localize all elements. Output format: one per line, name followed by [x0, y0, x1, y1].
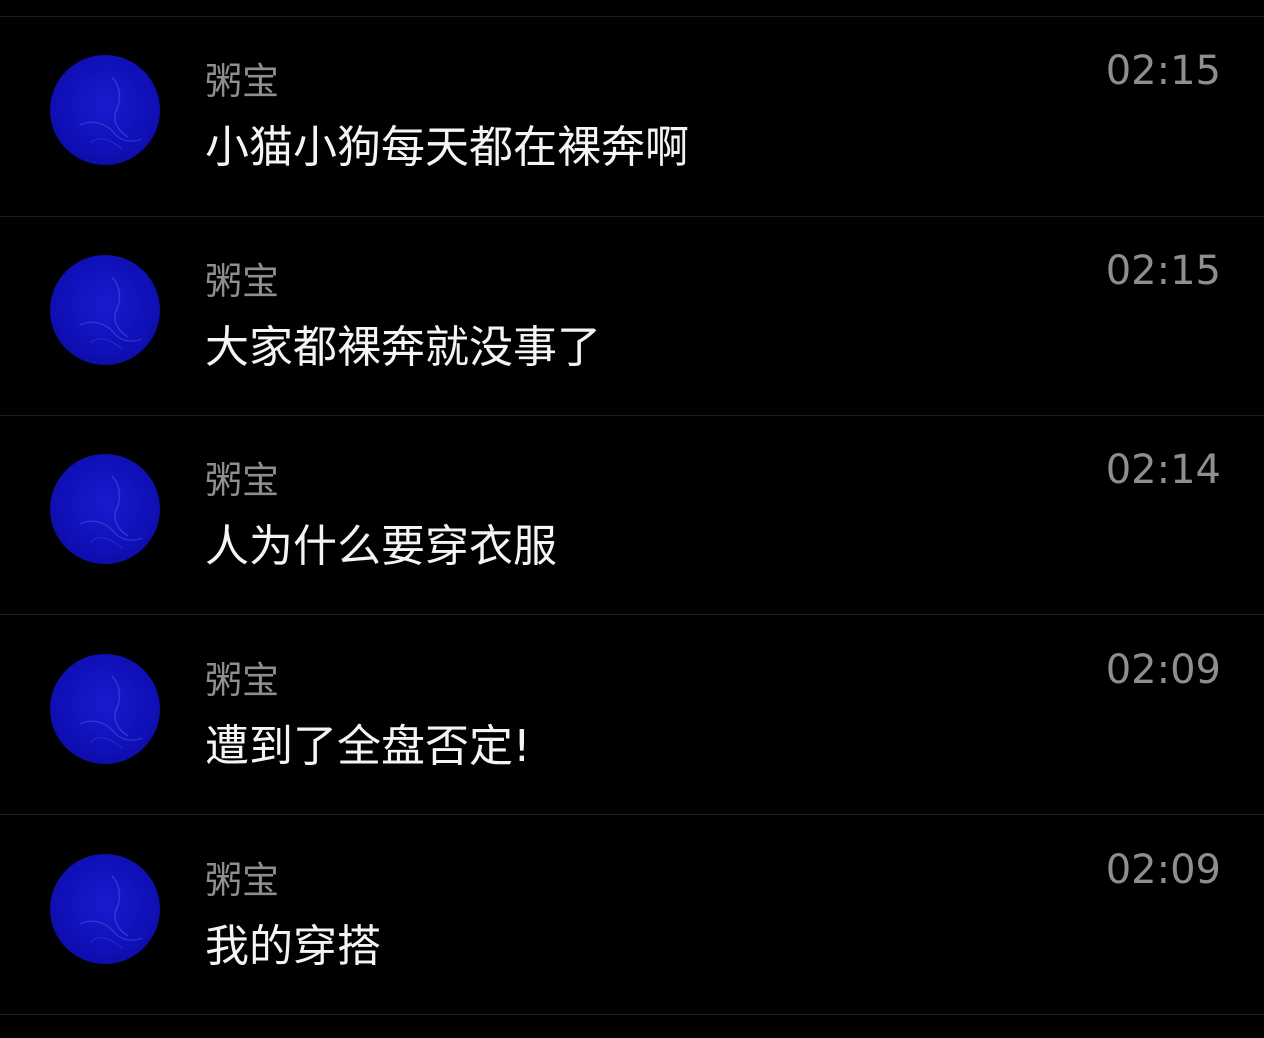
message-row[interactable]: 粥宝 小猫小狗每天都在裸奔啊 02:15 [0, 17, 1264, 215]
message-list: 粥宝 小猫小狗每天都在裸奔啊 02:15 粥宝 大家都裸奔就没事了 02:15 … [0, 0, 1264, 1038]
message-row[interactable]: 粥宝 大家都裸奔就没事了 02:15 [0, 217, 1264, 415]
sender-name: 粥宝 [205, 459, 279, 502]
divider [0, 814, 1264, 815]
message-text: 大家都裸奔就没事了 [205, 322, 601, 373]
blue-avatar-icon [79, 675, 143, 749]
message-time: 02:09 [1105, 647, 1221, 693]
message-row[interactable]: 粥宝 我的穿搭 02:09 [0, 816, 1264, 1014]
avatar[interactable] [50, 654, 160, 764]
message-time: 02:14 [1105, 447, 1221, 493]
sender-name: 粥宝 [205, 60, 279, 103]
blue-avatar-icon [79, 76, 143, 150]
message-text: 我的穿搭 [205, 921, 381, 972]
sender-name: 粥宝 [205, 859, 279, 902]
message-row[interactable]: 粥宝 遭到了全盘否定! 02:09 [0, 616, 1264, 814]
avatar[interactable] [50, 854, 160, 964]
sender-name: 粥宝 [205, 260, 279, 303]
message-time: 02:15 [1105, 48, 1221, 94]
message-time: 02:09 [1105, 847, 1221, 893]
divider [0, 1014, 1264, 1015]
message-row[interactable]: 粥宝 人为什么要穿衣服 02:14 [0, 416, 1264, 614]
avatar[interactable] [50, 454, 160, 564]
blue-avatar-icon [79, 276, 143, 350]
message-text: 遭到了全盘否定! [205, 721, 531, 772]
blue-avatar-icon [79, 475, 143, 549]
divider [0, 614, 1264, 615]
message-text: 小猫小狗每天都在裸奔啊 [205, 122, 689, 173]
sender-name: 粥宝 [205, 659, 279, 702]
avatar[interactable] [50, 55, 160, 165]
blue-avatar-icon [79, 875, 143, 949]
message-text: 人为什么要穿衣服 [205, 521, 557, 572]
avatar[interactable] [50, 255, 160, 365]
message-time: 02:15 [1105, 248, 1221, 294]
